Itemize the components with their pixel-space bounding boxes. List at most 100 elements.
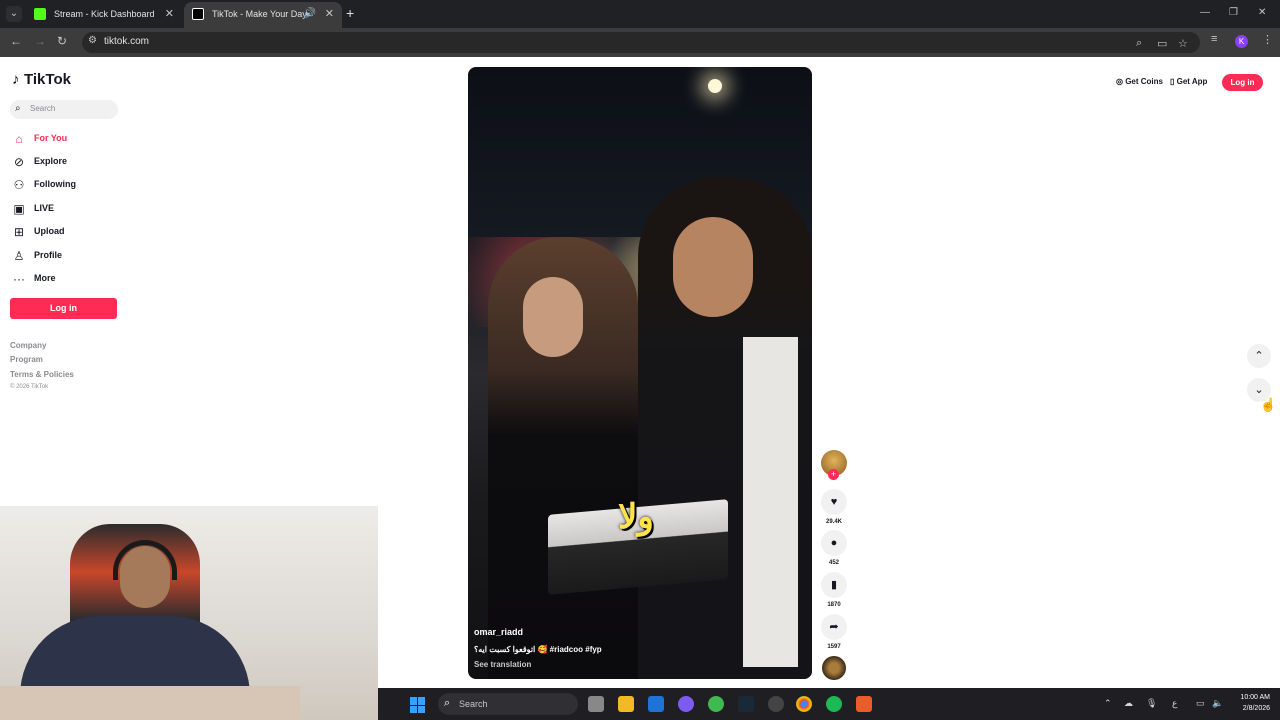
close-tab-icon[interactable]: ✕ — [325, 2, 334, 26]
zoom-icon[interactable]: ⌕ — [1136, 37, 1142, 50]
nav-explore[interactable]: ⊘ Explore — [12, 153, 122, 173]
mic-icon[interactable]: 🎙 — [1146, 698, 1157, 709]
windows-start-icon[interactable] — [410, 697, 426, 713]
like-button[interactable]: ♥ — [821, 489, 847, 515]
nav-label: Profile — [34, 250, 63, 260]
taskbar-search-placeholder: Search — [459, 699, 488, 709]
minimize-icon[interactable]: — — [1200, 7, 1210, 18]
home-icon: ⌂ — [15, 132, 23, 146]
restore-icon[interactable]: ❐ — [1229, 7, 1238, 18]
footer-company[interactable]: Company — [10, 341, 46, 350]
tray-chevron-icon[interactable]: ⌃ — [1104, 698, 1112, 709]
search-input[interactable]: ⌕ Search — [10, 100, 118, 119]
steam-icon[interactable] — [738, 696, 754, 712]
media-control-icon[interactable]: ≡ — [1211, 33, 1217, 45]
cloud-icon[interactable]: ☁ — [1124, 698, 1133, 709]
profile-avatar[interactable]: K — [1235, 35, 1248, 48]
browser-toolbar: ← → ↻ ⚙ tiktok.com ⌕ ▭ ☆ ≡ K ⋮ — [0, 28, 1280, 57]
comment-button[interactable]: ● — [821, 530, 847, 556]
audio-playing-icon[interactable]: 🔊 — [304, 2, 316, 26]
bookmark-star-icon[interactable]: ☆ — [1178, 37, 1188, 50]
footer-program[interactable]: Program — [10, 355, 43, 364]
volume-icon[interactable]: 🔈 — [1212, 698, 1223, 709]
bookmark-icon: ▮ — [830, 579, 838, 591]
music-disc-icon[interactable] — [822, 656, 846, 680]
nav-label: Following — [34, 179, 76, 189]
video-caption: اتوقعوا كسبت ايه؟ 🥰 #riadcoo #fyp — [474, 645, 602, 654]
reload-icon[interactable]: ↻ — [57, 34, 67, 48]
video-author[interactable]: omar_riadd — [474, 627, 523, 637]
menu-kebab-icon[interactable]: ⋮ — [1262, 33, 1273, 46]
app-icon[interactable] — [708, 696, 724, 712]
url-text: tiktok.com — [104, 36, 150, 47]
site-info-icon[interactable]: ⚙ — [88, 35, 97, 46]
save-button[interactable]: ▮ — [821, 572, 847, 598]
upload-icon: ⊞ — [13, 225, 25, 239]
language-indicator[interactable]: ع — [1172, 698, 1177, 709]
chevron-up-icon: ⌃ — [1254, 350, 1264, 362]
address-bar[interactable]: ⚙ tiktok.com ⌕ ▭ ☆ — [82, 32, 1200, 53]
browser-tab-bar: ⌄ Stream - Kick Dashboard ✕ TikTok - Mak… — [0, 0, 1280, 28]
close-tab-icon[interactable]: ✕ — [165, 2, 174, 26]
share-button[interactable]: ➦ — [821, 614, 847, 640]
save-count: 1870 — [827, 602, 841, 608]
more-icon: ··· — [13, 272, 25, 286]
app-icon-orange[interactable] — [856, 696, 872, 712]
get-app-button[interactable]: ▯ Get App — [1170, 77, 1207, 86]
taskbar-clock[interactable]: 10:00 AM 2/8/2026 — [1230, 692, 1270, 714]
person-icon: ♙ — [13, 249, 25, 263]
follow-plus-icon[interactable]: + — [828, 469, 839, 480]
tab-tiktok[interactable]: TikTok - Make Your Day 🔊 ✕ — [184, 2, 342, 28]
user-plus-icon: ⚇ — [13, 178, 25, 192]
tiktok-logo[interactable]: ♪ TikTok — [12, 71, 71, 88]
clock-time: 10:00 AM — [1240, 694, 1270, 701]
comment-count: 452 — [828, 560, 839, 566]
get-coins-button[interactable]: ◎ Get Coins — [1116, 77, 1163, 86]
tiktok-favicon-icon — [192, 8, 204, 20]
forward-icon[interactable]: → — [34, 34, 46, 48]
nav-profile[interactable]: ♙ Profile — [12, 247, 122, 267]
tab-kick-dashboard[interactable]: Stream - Kick Dashboard ✕ — [26, 2, 182, 28]
previous-video-button[interactable]: ⌃ — [1247, 344, 1271, 368]
video-player[interactable]: ولا omar_riadd اتوقعوا كسبت ايه؟ 🥰 #riad… — [468, 67, 812, 679]
nav-for-you[interactable]: ⌂ For You — [12, 130, 122, 150]
webcam-overlay — [0, 506, 378, 720]
new-tab-button[interactable]: + — [346, 5, 354, 21]
taskbar-search[interactable]: ⌕ Search — [438, 693, 578, 715]
video-face-right — [673, 217, 753, 317]
obs-icon[interactable] — [768, 696, 784, 712]
install-app-icon[interactable]: ▭ — [1157, 37, 1167, 50]
nav-upload[interactable]: ⊞ Upload — [12, 223, 122, 243]
nav-label: LIVE — [34, 203, 55, 213]
tiktok-note-icon: ♪ — [12, 71, 20, 88]
video-shirt — [743, 337, 798, 667]
discord-icon[interactable] — [678, 696, 694, 712]
network-icon[interactable]: ▭ — [1196, 698, 1205, 709]
logo-text: TikTok — [24, 71, 71, 88]
window-close-icon[interactable]: ✕ — [1258, 7, 1266, 18]
comment-icon: ● — [830, 537, 838, 549]
sidebar-login-button[interactable]: Log in — [10, 298, 117, 319]
nav-label: Upload — [34, 226, 65, 236]
get-coins-label: Get Coins — [1125, 77, 1163, 86]
header-login-button[interactable]: Log in — [1222, 74, 1263, 91]
search-placeholder: Search — [30, 104, 56, 113]
heart-icon: ♥ — [830, 496, 838, 508]
nav-live[interactable]: ▣ LIVE — [12, 200, 122, 220]
windows-taskbar: ⌕ Search ⌃ ☁ 🎙 ع ▭ 🔈 10:00 AM 2/8/2026 — [378, 688, 1280, 720]
store-icon[interactable] — [648, 696, 664, 712]
back-icon[interactable]: ← — [10, 34, 22, 48]
see-translation-link[interactable]: See translation — [474, 660, 531, 669]
chrome-icon[interactable] — [796, 696, 812, 712]
get-app-label: Get App — [1176, 77, 1208, 86]
nav-following[interactable]: ⚇ Following — [12, 176, 122, 196]
task-view-icon[interactable] — [588, 696, 604, 712]
live-icon: ▣ — [13, 202, 25, 216]
nav-more[interactable]: ··· More — [12, 270, 122, 290]
nav-label: More — [34, 273, 56, 283]
nav-label: For You — [34, 133, 68, 143]
spotify-icon[interactable] — [826, 696, 842, 712]
footer-terms[interactable]: Terms & Policies — [10, 370, 74, 379]
file-explorer-icon[interactable] — [618, 696, 634, 712]
tab-search-icon[interactable]: ⌄ — [6, 6, 22, 22]
